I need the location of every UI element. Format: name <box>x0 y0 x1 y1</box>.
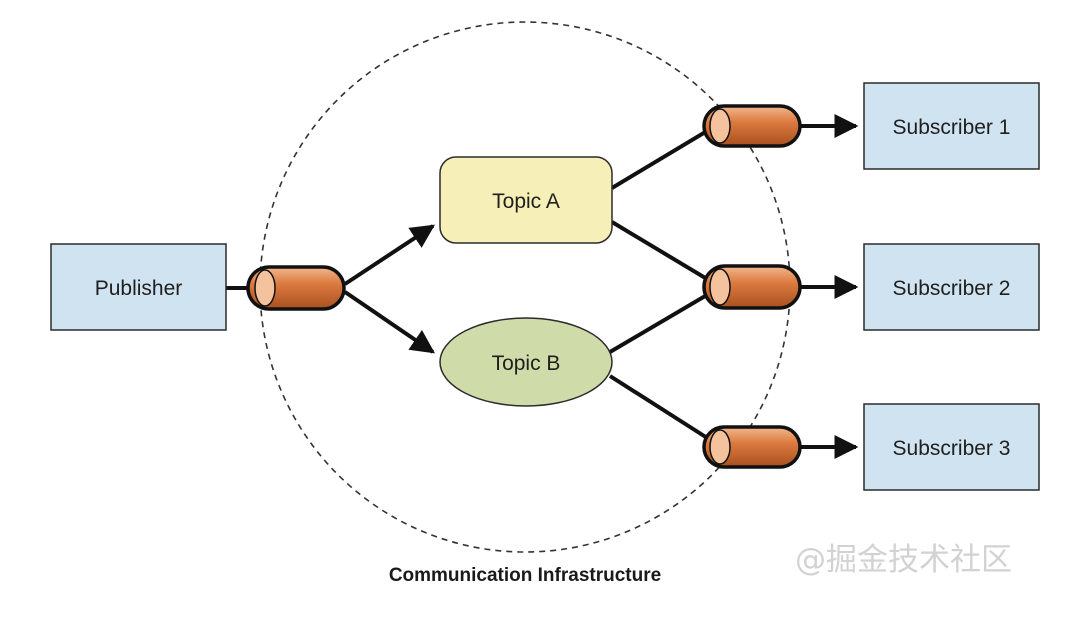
topic-b-to-channel-3-line <box>608 374 714 443</box>
channel-publisher <box>246 265 346 311</box>
arrow-to-topic-a <box>343 224 436 286</box>
pubsub-diagram: Publisher Topic A Topic B Subscriber 1 S… <box>50 21 1040 586</box>
topic-a-node: Topic A <box>439 156 613 244</box>
watermark: @掘金技术社区 <box>795 542 1012 578</box>
topic-a-to-channel-2-line <box>610 220 714 284</box>
diagram-caption: Communication Infrastructure <box>389 565 661 586</box>
publisher-label: Publisher <box>95 277 183 300</box>
subscriber-1-node: Subscriber 1 <box>863 82 1040 170</box>
topic-b-label: Topic B <box>492 352 561 375</box>
channel-subscriber-3 <box>702 425 802 469</box>
topic-a-to-channel-1-line <box>610 126 714 190</box>
subscriber-2-label: Subscriber 2 <box>893 277 1011 300</box>
subscriber-2-node: Subscriber 2 <box>863 243 1040 331</box>
topic-b-to-channel-2-line <box>608 290 714 354</box>
topic-a-label: Topic A <box>492 190 560 213</box>
channel-subscriber-2 <box>702 264 802 310</box>
arrow-to-topic-b <box>343 290 435 354</box>
channel-subscriber-1 <box>702 104 802 148</box>
subscriber-1-label: Subscriber 1 <box>893 116 1011 139</box>
publisher-node: Publisher <box>50 243 227 331</box>
subscriber-3-label: Subscriber 3 <box>893 437 1011 460</box>
topic-b-node: Topic B <box>439 317 613 407</box>
subscriber-3-node: Subscriber 3 <box>863 403 1040 491</box>
